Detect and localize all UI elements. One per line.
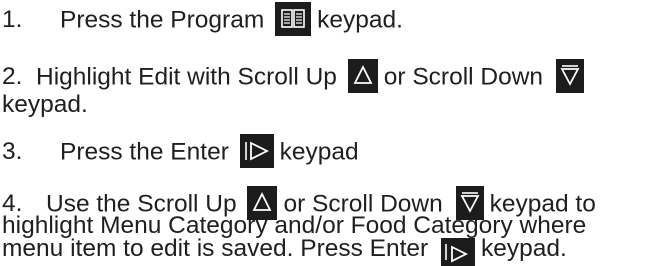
step-text: or Scroll Down (383, 63, 544, 91)
step-1: 1. Press the Program keypad. (0, 2, 655, 38)
step-number: 3. (2, 138, 23, 166)
step-3: 3. Press the Enter keypad (0, 134, 655, 170)
enter-keypad-triangle-right-icon (441, 237, 476, 266)
step-text: Highlight Edit with Scroll Up (36, 63, 337, 91)
scroll-up-keypad-triangle-up-icon (347, 59, 378, 93)
step-number: 2. (2, 63, 23, 91)
step-2-continued: keypad. (0, 90, 655, 119)
step-text: menu item to edit is saved. Press Enter (2, 235, 429, 262)
step-text: Press the Enter (60, 138, 229, 166)
step-text: keypad. (317, 6, 403, 34)
step-text: keypad (279, 138, 359, 166)
enter-keypad-triangle-right-icon (239, 134, 274, 168)
step-text: keypad. (481, 235, 567, 262)
scroll-down-keypad-triangle-down-icon (555, 59, 584, 93)
step-4-line-3: menu item to edit is saved. Press Enter … (0, 234, 655, 266)
step-text: keypad. (2, 91, 88, 118)
step-number: 1. (2, 6, 23, 34)
step-text: Press the Program (60, 6, 265, 34)
program-keypad-book-icon (275, 2, 312, 36)
